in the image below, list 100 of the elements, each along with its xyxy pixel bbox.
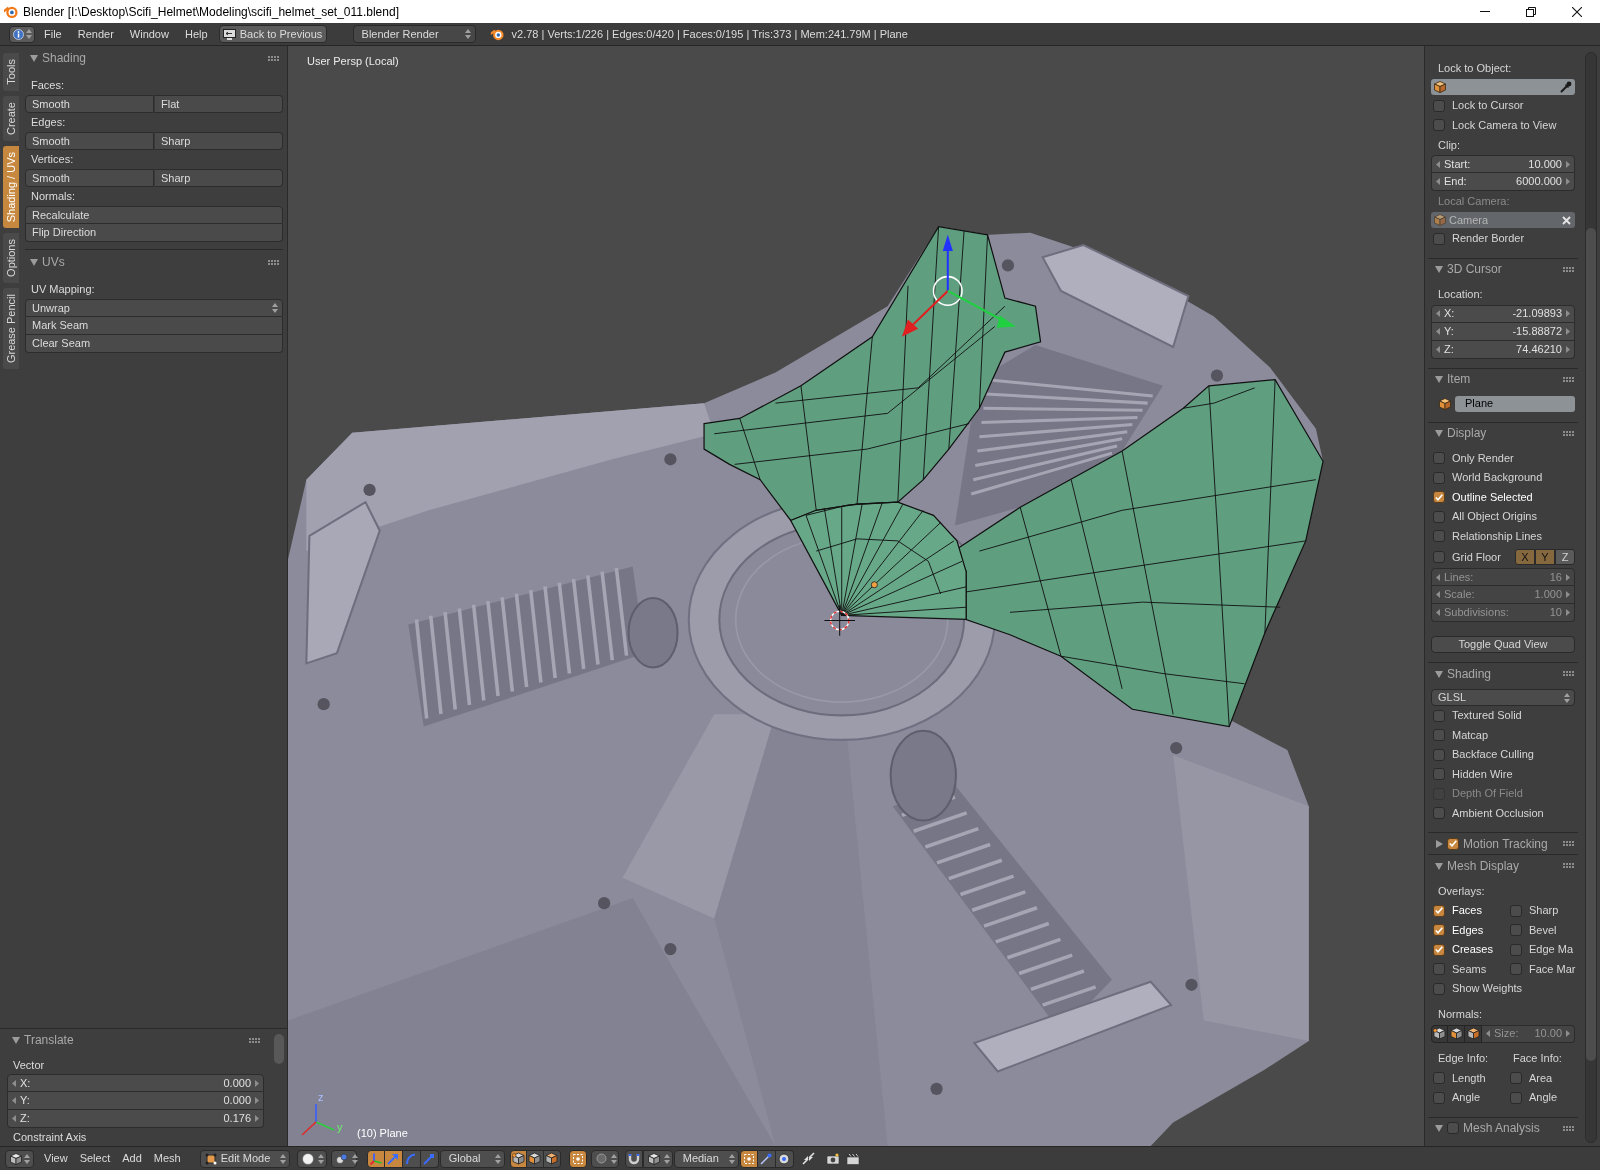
select-mode-toggle[interactable] (543, 1149, 561, 1168)
snap-option-toggle[interactable] (739, 1149, 758, 1168)
checkbox[interactable] (1433, 982, 1445, 995)
normals-toggle[interactable] (1448, 1024, 1465, 1043)
checkbox-label[interactable]: Ambient Occlusion (1452, 806, 1544, 820)
axis-toggle[interactable]: Z (1555, 549, 1575, 565)
checkbox[interactable] (1447, 837, 1459, 850)
tool-button[interactable]: Sharp (154, 169, 283, 187)
snap-element-dropdown[interactable] (642, 1149, 673, 1168)
back-to-previous-button[interactable]: Back to Previous (218, 25, 327, 43)
checkbox-label[interactable]: Edges (1452, 923, 1484, 937)
checkbox[interactable] (1433, 943, 1445, 956)
menu-item[interactable]: Mesh (147, 1148, 187, 1169)
checkbox[interactable] (1433, 530, 1445, 543)
drag-handle-icon[interactable] (268, 259, 279, 265)
tool-button[interactable]: Smooth (25, 132, 154, 150)
snap-option-toggle[interactable] (757, 1149, 776, 1168)
drag-handle-icon[interactable] (1563, 266, 1574, 272)
checkbox-label[interactable]: All Object Origins (1452, 510, 1537, 524)
disclosure-triangle-icon[interactable] (1435, 429, 1443, 437)
checkbox-label[interactable]: Face Mar (1529, 962, 1576, 976)
manipulator-toggle[interactable] (384, 1149, 403, 1168)
proportional-edit-dropdown[interactable] (590, 1149, 619, 1168)
select-mode-toggle[interactable] (509, 1149, 527, 1168)
axis-toggle[interactable]: X (1515, 549, 1535, 565)
drag-handle-icon[interactable] (1563, 863, 1574, 868)
checkbox[interactable] (1433, 768, 1445, 781)
checkbox-label[interactable]: Relationship Lines (1452, 529, 1542, 543)
drag-handle-icon[interactable] (1563, 376, 1574, 382)
checkbox[interactable] (1433, 99, 1445, 112)
editor-type-button[interactable] (9, 25, 35, 43)
menu-item[interactable]: File (36, 24, 70, 44)
menu-item[interactable]: Add (116, 1148, 148, 1169)
drag-handle-icon[interactable] (1563, 671, 1574, 676)
panel-title[interactable]: Display (1447, 426, 1487, 440)
checkbox-label[interactable]: Only Render (1452, 451, 1514, 465)
menu-item[interactable]: Select (73, 1148, 117, 1169)
checkbox[interactable] (1510, 924, 1522, 937)
pivot-dropdown[interactable] (330, 1149, 357, 1168)
transform-manipulator[interactable] (901, 234, 1017, 337)
number-field[interactable]: Start: 10.000 (1431, 155, 1575, 173)
checkbox[interactable] (1433, 729, 1445, 742)
checkbox[interactable] (1433, 807, 1445, 820)
checkbox[interactable] (1447, 1122, 1459, 1134)
disclosure-triangle-icon[interactable] (1435, 669, 1443, 678)
checkbox-label[interactable]: Edge Ma (1529, 943, 1574, 957)
checkbox[interactable] (1433, 452, 1445, 465)
panel-title[interactable]: Mesh Display (1447, 858, 1520, 873)
checkbox-label[interactable]: Grid Floor (1452, 550, 1501, 564)
disclosure-triangle-icon[interactable] (1435, 1124, 1443, 1132)
disclosure-triangle-icon[interactable] (1435, 861, 1443, 870)
menu-item[interactable]: Help (176, 24, 216, 44)
manipulator-toggle[interactable] (420, 1149, 439, 1168)
tool-button[interactable]: Recalculate (25, 206, 283, 224)
orientation-dropdown[interactable]: Global (439, 1149, 505, 1168)
manipulator-toggle[interactable] (366, 1149, 385, 1168)
checkbox-label[interactable]: Lock to Cursor (1452, 99, 1524, 113)
dropdown[interactable]: GLSL (1431, 689, 1575, 706)
panel-title[interactable]: Translate (24, 1033, 74, 1047)
scrollbar-thumb[interactable] (1586, 228, 1596, 1061)
checkbox[interactable] (1433, 232, 1445, 245)
checkbox-label[interactable]: Hidden Wire (1452, 767, 1513, 781)
number-field[interactable]: Z: 0.176 (7, 1110, 264, 1128)
checkbox-label[interactable]: Lock Camera to View (1452, 118, 1557, 132)
snap-option-toggle[interactable] (775, 1149, 794, 1168)
disclosure-triangle-icon[interactable] (30, 258, 38, 266)
panel-title[interactable]: Mesh Analysis (1463, 1121, 1540, 1135)
disclosure-triangle-icon[interactable] (1435, 265, 1443, 273)
panel-title[interactable]: Item (1447, 372, 1471, 386)
checkbox[interactable] (1433, 924, 1445, 937)
checkbox[interactable] (1433, 1091, 1445, 1104)
checkbox[interactable] (1510, 943, 1522, 956)
menu-item[interactable]: View (38, 1148, 74, 1169)
occlude-geometry-toggle[interactable] (568, 1149, 587, 1168)
tool-button[interactable]: Flip Direction (25, 224, 283, 242)
scrollbar-track[interactable] (1585, 52, 1597, 1143)
tool-button[interactable]: Flat (154, 95, 283, 113)
axis-toggle[interactable]: Y (1535, 549, 1555, 565)
normals-toggle[interactable] (1465, 1024, 1482, 1043)
checkbox-label[interactable]: Angle (1529, 1091, 1558, 1105)
checkbox[interactable] (1510, 1091, 1522, 1104)
tool-button[interactable]: Smooth (25, 95, 154, 113)
checkbox[interactable] (1433, 119, 1445, 132)
drag-handle-icon[interactable] (268, 55, 279, 61)
dropdown[interactable]: Unwrap (25, 299, 283, 317)
checkbox[interactable] (1433, 551, 1445, 563)
panel-title[interactable]: Shading (1447, 666, 1492, 681)
number-field[interactable]: Y: 0.000 (7, 1092, 264, 1110)
drag-handle-icon[interactable] (1563, 430, 1574, 436)
panel-title[interactable]: Motion Tracking (1463, 836, 1548, 851)
checkbox-label[interactable]: Sharp (1529, 904, 1559, 918)
checkbox-label[interactable]: Seams (1452, 962, 1487, 976)
shading-dropdown[interactable] (296, 1149, 327, 1168)
tool-button[interactable]: Mark Seam (25, 317, 283, 335)
checkbox-label[interactable]: Outline Selected (1452, 490, 1533, 504)
checkbox-label[interactable]: Bevel (1529, 923, 1557, 937)
disclosure-triangle-icon[interactable] (12, 1036, 20, 1044)
checkbox[interactable] (1433, 904, 1445, 917)
drag-handle-icon[interactable] (1563, 1125, 1574, 1131)
disclosure-triangle-icon[interactable] (1435, 839, 1443, 848)
